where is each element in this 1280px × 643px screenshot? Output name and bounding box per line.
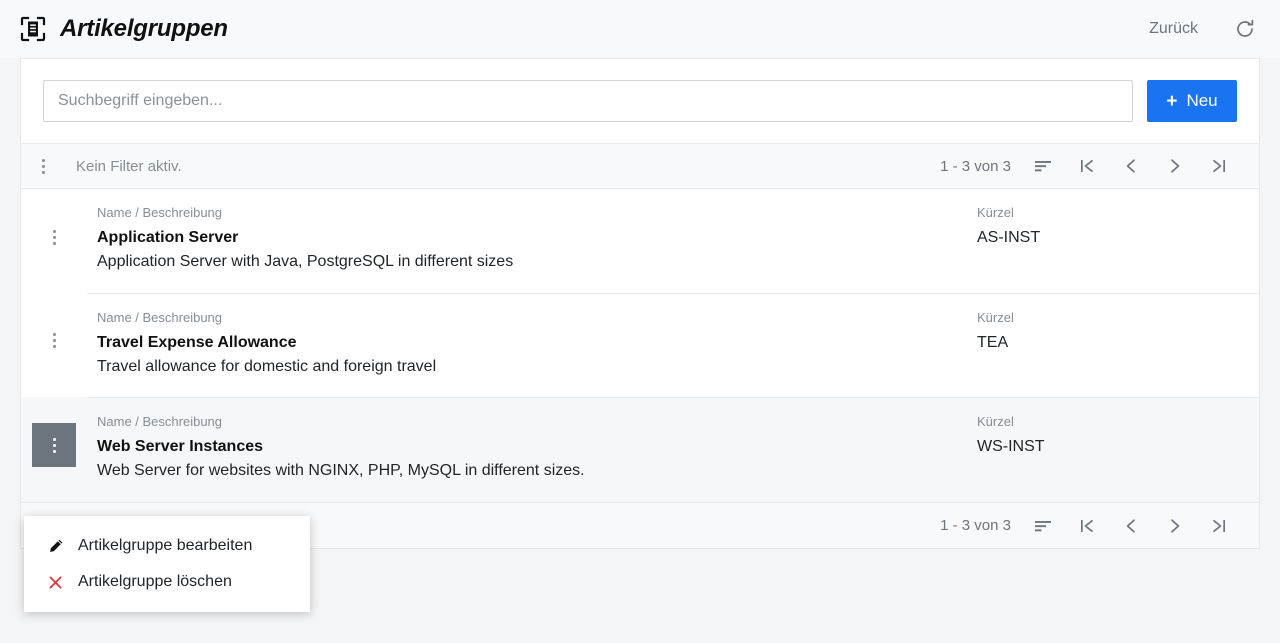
row-content: Name / Beschreibung Travel Expense Allow…	[87, 292, 1259, 398]
row-name: Travel Expense Allowance	[97, 333, 297, 351]
row-kurzel-column: Kürzel TEA	[977, 310, 1237, 380]
row-kurzel-column: Kürzel AS-INST	[977, 205, 1237, 275]
filter-status-text: Kein Filter aktiv.	[76, 157, 182, 175]
page-title: Artikelgruppen	[60, 15, 228, 42]
item-group-list: Name / Beschreibung Application Server A…	[20, 189, 1260, 504]
next-page-icon-top[interactable]	[1153, 146, 1197, 186]
kurzel-column-label: Kürzel	[977, 414, 1014, 430]
row-name-column: Name / Beschreibung Travel Expense Allow…	[97, 310, 977, 380]
menu-item-delete-label: Artikelgruppe löschen	[78, 573, 232, 590]
row-context-menu: Artikelgruppe bearbeiten Artikelgruppe l…	[24, 516, 310, 612]
close-x-icon	[46, 573, 64, 591]
next-page-icon-bottom[interactable]	[1153, 506, 1197, 546]
row-description: Application Server with Java, PostgreSQL…	[97, 252, 514, 270]
last-page-icon-bottom[interactable]	[1197, 506, 1241, 546]
page-header: Artikelgruppen Zurück	[0, 0, 1280, 58]
name-column-label: Name / Beschreibung	[97, 414, 223, 430]
row-name-column: Name / Beschreibung Web Server Instances…	[97, 414, 977, 484]
back-button[interactable]: Zurück	[1139, 14, 1208, 44]
last-page-icon-top[interactable]	[1197, 146, 1241, 186]
row-kebab-wrap	[21, 293, 87, 363]
kurzel-column-label: Kürzel	[977, 309, 1014, 325]
row-content: Name / Beschreibung Web Server Instances…	[87, 397, 1259, 502]
first-page-icon-bottom[interactable]	[1065, 506, 1109, 546]
table-row[interactable]: Name / Beschreibung Web Server Instances…	[21, 397, 1259, 503]
previous-page-icon-top[interactable]	[1109, 146, 1153, 186]
table-row[interactable]: Name / Beschreibung Travel Expense Allow…	[21, 292, 1259, 398]
pencil-icon	[46, 537, 64, 555]
row-content: Name / Beschreibung Application Server A…	[87, 189, 1259, 293]
plus-icon: +	[1166, 90, 1178, 112]
pager-top: 1 - 3 von 3	[940, 146, 1241, 186]
sort-icon-top[interactable]	[1021, 146, 1065, 186]
row-kurzel: AS-INST	[977, 228, 1041, 246]
scan-document-icon	[20, 16, 46, 42]
sort-icon-bottom[interactable]	[1021, 506, 1065, 546]
row-kebab-menu-icon[interactable]	[32, 423, 76, 468]
row-name: Web Server Instances	[97, 438, 264, 456]
row-kebab-wrap	[21, 397, 87, 468]
row-name-column: Name / Beschreibung Application Server A…	[97, 205, 977, 275]
row-kurzel: WS-INST	[977, 438, 1045, 456]
pager-bottom: 1 - 3 von 3	[940, 506, 1241, 546]
row-kebab-menu-icon[interactable]	[32, 215, 76, 259]
kurzel-column-label: Kürzel	[977, 205, 1014, 220]
menu-item-edit[interactable]: Artikelgruppe bearbeiten	[24, 528, 310, 564]
row-name: Application Server	[97, 228, 239, 246]
search-input[interactable]	[43, 80, 1133, 122]
search-toolbar: + Neu	[20, 58, 1260, 143]
row-kebab-menu-icon[interactable]	[32, 319, 76, 363]
name-column-label: Name / Beschreibung	[97, 205, 223, 220]
first-page-icon-top[interactable]	[1065, 146, 1109, 186]
page-root: Artikelgruppen Zurück + Neu Kein Filter …	[0, 0, 1280, 643]
filter-bar: Kein Filter aktiv. 1 - 3 von 3	[20, 143, 1260, 189]
row-kurzel: TEA	[977, 333, 1009, 351]
row-kebab-wrap	[21, 189, 87, 259]
menu-item-delete[interactable]: Artikelgruppe löschen	[24, 564, 310, 600]
row-description: Travel allowance for domestic and foreig…	[97, 357, 437, 375]
name-column-label: Name / Beschreibung	[97, 309, 223, 325]
row-description: Web Server for websites with NGINX, PHP,…	[97, 462, 585, 480]
table-row[interactable]: Name / Beschreibung Application Server A…	[21, 189, 1259, 293]
pager-count-bottom: 1 - 3 von 3	[940, 517, 1011, 535]
row-kurzel-column: Kürzel WS-INST	[977, 414, 1237, 484]
filter-kebab-menu-icon[interactable]	[21, 144, 65, 188]
previous-page-icon-bottom[interactable]	[1109, 506, 1153, 546]
refresh-icon[interactable]	[1232, 16, 1258, 42]
new-button-label: Neu	[1186, 91, 1218, 110]
pager-count-top: 1 - 3 von 3	[940, 157, 1011, 175]
new-button[interactable]: + Neu	[1147, 80, 1237, 122]
menu-item-edit-label: Artikelgruppe bearbeiten	[78, 537, 253, 554]
